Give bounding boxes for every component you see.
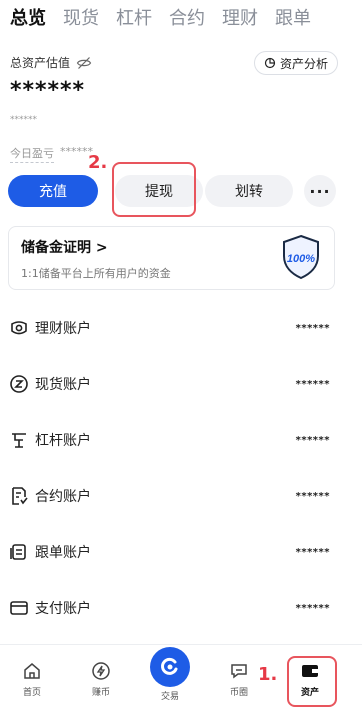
total-asset-label: 总资产估值	[10, 56, 71, 70]
more-button[interactable]: ···	[304, 175, 336, 207]
futures-icon	[12, 487, 28, 505]
top-tabs: 总览 现货 杠杆 合约 理财 跟单	[0, 0, 362, 34]
account-row-wealth[interactable]: 理财账户 ******	[0, 300, 362, 356]
recharge-button[interactable]: 充值	[8, 175, 98, 207]
account-label: 合约账户	[35, 489, 91, 505]
account-value: ******	[295, 322, 330, 334]
earn-icon	[92, 662, 110, 680]
reserve-title: 储备金证明 >	[21, 240, 108, 256]
reserve-description: 1:1储备平台上所有用户的资金	[21, 267, 171, 280]
account-value: ******	[295, 378, 330, 390]
account-row-payment[interactable]: 支付账户 ******	[0, 580, 362, 636]
account-row-futures[interactable]: 合约账户 ******	[0, 468, 362, 524]
account-label: 现货账户	[35, 377, 91, 393]
nav-earn-label: 赚币	[91, 688, 110, 698]
tab-wealth[interactable]: 理财	[222, 4, 258, 30]
nav-community[interactable]: 币圈	[214, 661, 264, 698]
today-pnl-label[interactable]: 今日盈亏	[10, 145, 54, 163]
margin-icon	[12, 433, 26, 448]
home-icon	[24, 663, 40, 679]
step-1-marker: 1.	[258, 664, 278, 685]
total-asset-subvalue: ******	[10, 115, 37, 125]
nav-home[interactable]: 首页	[7, 661, 57, 698]
account-value: ******	[295, 490, 330, 502]
nav-trade-label: 交易	[160, 692, 179, 702]
account-value: ******	[295, 546, 330, 558]
tab-overview[interactable]: 总览	[10, 4, 46, 30]
account-row-margin[interactable]: 杠杆账户 ******	[0, 412, 362, 468]
nav-community-label: 币圈	[229, 688, 248, 698]
account-label: 理财账户	[35, 321, 91, 337]
account-value: ******	[295, 602, 330, 614]
account-row-copytrade[interactable]: 跟单账户 ******	[0, 524, 362, 580]
payment-icon	[10, 601, 28, 615]
copytrade-icon	[10, 544, 26, 560]
eye-off-icon[interactable]	[76, 55, 92, 71]
asset-analysis-label: 资产分析	[279, 56, 328, 71]
transfer-button[interactable]: 划转	[205, 175, 293, 207]
total-asset-value: ******	[10, 78, 86, 103]
account-value: ******	[295, 434, 330, 446]
shield-icon: 100%	[283, 234, 319, 280]
account-label: 跟单账户	[35, 545, 91, 561]
proof-of-reserves-card[interactable]: 储备金证明 > 1:1储备平台上所有用户的资金 100%	[8, 226, 335, 290]
community-icon	[231, 664, 247, 679]
withdraw-highlight-box	[112, 162, 196, 217]
tab-copytrade[interactable]: 跟单	[275, 4, 311, 30]
nav-trade-button[interactable]	[150, 647, 190, 687]
tab-spot[interactable]: 现货	[63, 4, 99, 30]
account-label: 杠杆账户	[35, 433, 91, 449]
pie-chart-icon	[264, 57, 276, 69]
nav-earn[interactable]: 赚币	[76, 661, 126, 698]
today-pnl-row: 今日盈亏 ******	[10, 145, 93, 163]
spot-icon	[10, 375, 28, 393]
total-asset-label-row: 总资产估值	[10, 54, 92, 71]
wealth-icon	[11, 321, 27, 335]
asset-analysis-button[interactable]: 资产分析	[253, 51, 338, 75]
nav-home-label: 首页	[22, 688, 41, 698]
trade-icon	[161, 657, 178, 675]
account-label: 支付账户	[35, 601, 91, 617]
tab-margin[interactable]: 杠杆	[116, 4, 152, 30]
step-2-marker: 2.	[88, 152, 108, 173]
tab-futures[interactable]: 合约	[169, 4, 205, 30]
account-row-spot[interactable]: 现货账户 ******	[0, 356, 362, 412]
assets-highlight-box	[287, 656, 337, 707]
reserve-badge: 100%	[287, 253, 315, 265]
